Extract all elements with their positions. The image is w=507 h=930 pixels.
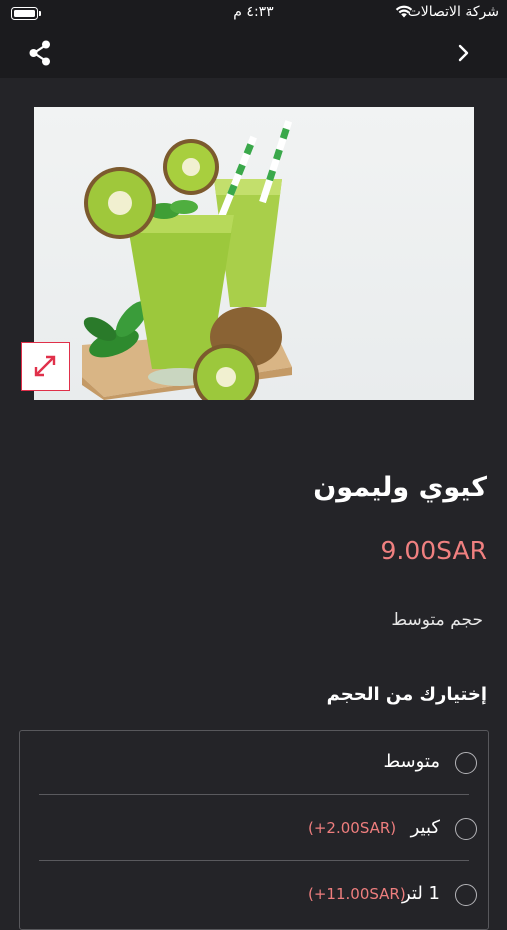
share-icon[interactable] <box>26 39 54 67</box>
size-option-liter[interactable]: 1 لتر (+11.00SAR) <box>20 863 488 927</box>
navigation-bar <box>0 28 507 78</box>
expand-icon <box>34 355 56 377</box>
option-extra-price: (+11.00SAR) <box>308 885 406 903</box>
carrier-name: شركة الاتصالات <box>407 4 499 20</box>
size-option-medium[interactable]: متوسط <box>20 731 488 795</box>
kiwi-smoothie-picture <box>82 120 293 400</box>
radio-button[interactable] <box>455 884 477 906</box>
status-bar: ٤:٣٣ م شركة الاتصالات <box>0 0 507 28</box>
product-title: كيوي وليمون <box>313 472 487 503</box>
option-label: كبير <box>410 817 440 838</box>
option-extra-price: (+2.00SAR) <box>308 819 397 837</box>
product-description: حجم متوسط <box>391 610 483 630</box>
size-options-list: متوسط كبير (+2.00SAR) 1 لتر (+11.00SAR) <box>19 730 489 930</box>
size-section-title: إختيارك من الحجم <box>326 684 487 705</box>
expand-image-button[interactable] <box>21 342 70 391</box>
option-label: 1 لتر <box>401 883 440 904</box>
chevron-right-icon[interactable] <box>457 42 471 64</box>
size-option-large[interactable]: كبير (+2.00SAR) <box>20 797 488 861</box>
radio-button[interactable] <box>455 752 477 774</box>
option-label: متوسط <box>383 751 440 772</box>
product-image[interactable] <box>34 107 474 400</box>
radio-button[interactable] <box>455 818 477 840</box>
product-price: 9.00SAR <box>380 536 487 565</box>
